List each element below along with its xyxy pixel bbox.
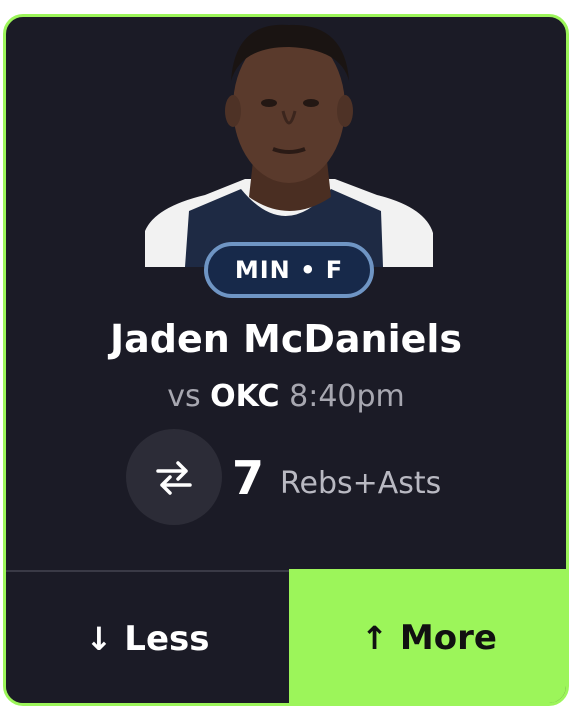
matchup-prefix: vs — [167, 379, 201, 414]
player-name: Jaden McDaniels — [109, 317, 463, 361]
stat-type: Rebs+Asts — [280, 466, 442, 501]
team-position-badge: MIN • F — [204, 242, 374, 298]
arrow-down-icon: ↓ — [85, 620, 113, 658]
player-prop-card[interactable]: MIN • F Jaden McDaniels vs OKC 8:40pm 7 … — [3, 14, 569, 706]
screen: MIN • F Jaden McDaniels vs OKC 8:40pm 7 … — [0, 0, 578, 706]
less-button[interactable]: ↓ Less — [6, 572, 289, 703]
swap-arrows-icon — [156, 461, 192, 495]
matchup-info: vs OKC 8:40pm — [6, 379, 566, 414]
more-button[interactable]: ↑ More — [289, 569, 566, 703]
swap-stat-button[interactable] — [126, 429, 222, 525]
arrow-up-icon: ↑ — [361, 618, 388, 657]
less-label: Less — [124, 619, 210, 659]
line-value: 7 — [232, 451, 265, 505]
opponent-team: OKC — [210, 379, 280, 414]
game-time: 8:40pm — [289, 379, 405, 414]
player-headshot — [145, 17, 433, 267]
more-label: More — [399, 617, 497, 658]
